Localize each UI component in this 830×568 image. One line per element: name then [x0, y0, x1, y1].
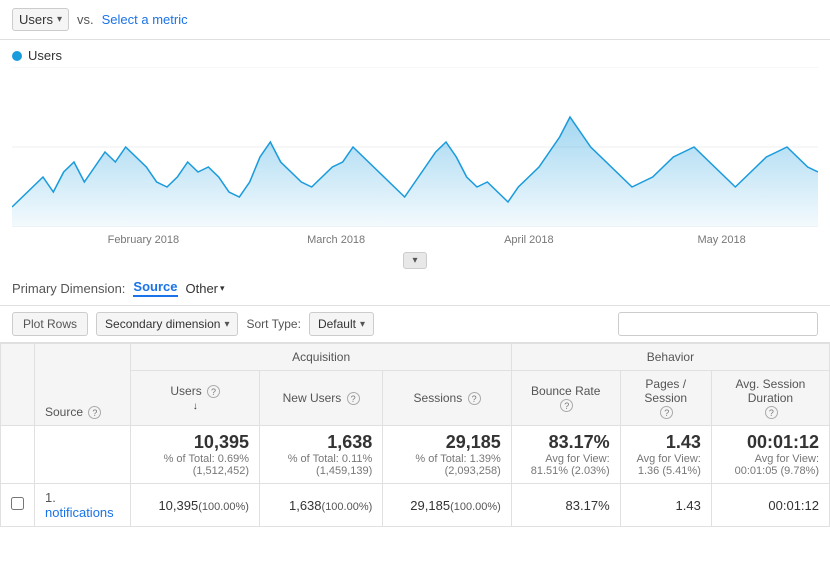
- row-users-value: 10,395(100.00%): [158, 498, 249, 513]
- users-col-header: Users ? ↓: [131, 371, 260, 426]
- total-pages-value: 1.43: [631, 432, 701, 453]
- bounce-rate-help-icon[interactable]: ?: [560, 399, 573, 412]
- acquisition-section-header: Acquisition: [131, 344, 511, 371]
- total-sessions-sub: % of Total: 1.39% (2,093,258): [393, 453, 501, 477]
- primary-dim-other-dropdown[interactable]: Other ▾: [186, 281, 225, 296]
- total-new-users-sub: % of Total: 0.11% (1,459,139): [270, 453, 372, 477]
- row-number: 1.: [45, 490, 56, 505]
- row-pages-session-cell: 1.43: [620, 484, 711, 527]
- plot-rows-button[interactable]: Plot Rows: [12, 312, 88, 336]
- total-bounce-rate-sub: Avg for View: 81.51% (2.03%): [522, 453, 610, 477]
- total-pages-sub: Avg for View: 1.36 (5.41%): [631, 453, 701, 477]
- chevron-down-icon: ▾: [220, 283, 225, 294]
- select-metric-link[interactable]: Select a metric: [102, 12, 188, 27]
- total-sessions-cell: 29,185 % of Total: 1.39% (2,093,258): [383, 426, 512, 484]
- table-search-input[interactable]: [618, 312, 818, 336]
- sort-type-label: Sort Type:: [246, 317, 300, 331]
- secondary-dimension-dropdown[interactable]: Secondary dimension ▾: [96, 312, 238, 336]
- chart-collapse-button[interactable]: ▾: [403, 252, 426, 269]
- total-label-cell: [35, 426, 131, 484]
- checkbox-header: [1, 344, 35, 426]
- row-avg-session-cell: 00:01:12: [711, 484, 829, 527]
- primary-dim-label: Primary Dimension:: [12, 281, 125, 296]
- chart-svg: [12, 67, 818, 227]
- x-label-mar: March 2018: [240, 234, 433, 246]
- total-users-value: 10,395: [141, 432, 249, 453]
- total-users-cell: 10,395 % of Total: 0.69% (1,512,452): [131, 426, 260, 484]
- chevron-down-icon: ▾: [224, 319, 229, 330]
- sessions-col-header: Sessions ?: [383, 371, 512, 426]
- chevron-down-icon: ▾: [360, 319, 365, 330]
- row-source-cell: 1. notifications: [35, 484, 131, 527]
- metric-label: Users: [19, 12, 53, 27]
- users-help-icon[interactable]: ?: [207, 385, 220, 398]
- total-bounce-rate-cell: 83.17% Avg for View: 81.51% (2.03%): [511, 426, 620, 484]
- total-checkbox-cell: [1, 426, 35, 484]
- default-sort-label: Default: [318, 317, 356, 331]
- avg-session-help-icon[interactable]: ?: [765, 406, 778, 419]
- legend-label: Users: [28, 48, 62, 63]
- pages-session-help-icon[interactable]: ?: [660, 406, 673, 419]
- bounce-rate-col-header: Bounce Rate ?: [511, 371, 620, 426]
- total-avg-session-cell: 00:01:12 Avg for View: 00:01:05 (9.78%): [711, 426, 829, 484]
- total-new-users-value: 1,638: [270, 432, 372, 453]
- new-users-help-icon[interactable]: ?: [347, 392, 360, 405]
- row-source-link[interactable]: notifications: [45, 505, 114, 520]
- chart-area: Users 500 250: [0, 40, 830, 250]
- pages-session-col-header: Pages / Session ?: [620, 371, 711, 426]
- row-sessions-cell: 29,185(100.00%): [383, 484, 512, 527]
- chart-legend: Users: [12, 48, 818, 63]
- total-users-sub: % of Total: 0.69% (1,512,452): [141, 453, 249, 477]
- total-avg-sub: Avg for View: 00:01:05 (9.78%): [722, 453, 819, 477]
- secondary-dim-label: Secondary dimension: [105, 317, 220, 331]
- avg-session-col-header: Avg. Session Duration ?: [711, 371, 829, 426]
- total-sessions-value: 29,185: [393, 432, 501, 453]
- row-checkbox-input[interactable]: [11, 497, 24, 510]
- x-label-apr: April 2018: [433, 234, 626, 246]
- sort-arrow-down: ↓: [193, 401, 198, 412]
- x-axis: February 2018 March 2018 April 2018 May …: [47, 230, 818, 250]
- primary-dimension-bar: Primary Dimension: Source Other ▾: [0, 271, 830, 306]
- row-checkbox[interactable]: [1, 484, 35, 527]
- row-users-cell: 10,395(100.00%): [131, 484, 260, 527]
- row-bounce-rate-cell: 83.17%: [511, 484, 620, 527]
- x-label-feb: February 2018: [47, 234, 240, 246]
- vs-label: vs.: [77, 12, 94, 27]
- total-bounce-rate-value: 83.17%: [522, 432, 610, 453]
- primary-dim-source[interactable]: Source: [133, 279, 177, 297]
- chevron-down-icon: ▾: [57, 14, 62, 25]
- legend-dot: [12, 51, 22, 61]
- chart-collapse-area: ▾: [0, 250, 830, 271]
- total-pages-session-cell: 1.43 Avg for View: 1.36 (5.41%): [620, 426, 711, 484]
- data-table: Source ? Acquisition Behavior Users ? ↓ …: [0, 343, 830, 527]
- new-users-col-header: New Users ?: [259, 371, 382, 426]
- total-avg-value: 00:01:12: [722, 432, 819, 453]
- table-controls: Plot Rows Secondary dimension ▾ Sort Typ…: [0, 306, 830, 343]
- row-new-users-cell: 1,638(100.00%): [259, 484, 382, 527]
- users-metric-dropdown[interactable]: Users ▾: [12, 8, 69, 31]
- sort-type-dropdown[interactable]: Default ▾: [309, 312, 374, 336]
- behavior-section-header: Behavior: [511, 344, 829, 371]
- source-column-header: Source: [45, 405, 83, 419]
- table-row: 1. notifications 10,395(100.00%) 1,638(1…: [1, 484, 830, 527]
- top-controls: Users ▾ vs. Select a metric: [0, 0, 830, 40]
- other-label: Other: [186, 281, 219, 296]
- total-new-users-cell: 1,638 % of Total: 0.11% (1,459,139): [259, 426, 382, 484]
- x-label-may: May 2018: [625, 234, 818, 246]
- source-help-icon[interactable]: ?: [88, 406, 101, 419]
- sessions-help-icon[interactable]: ?: [468, 392, 481, 405]
- total-row: 10,395 % of Total: 0.69% (1,512,452) 1,6…: [1, 426, 830, 484]
